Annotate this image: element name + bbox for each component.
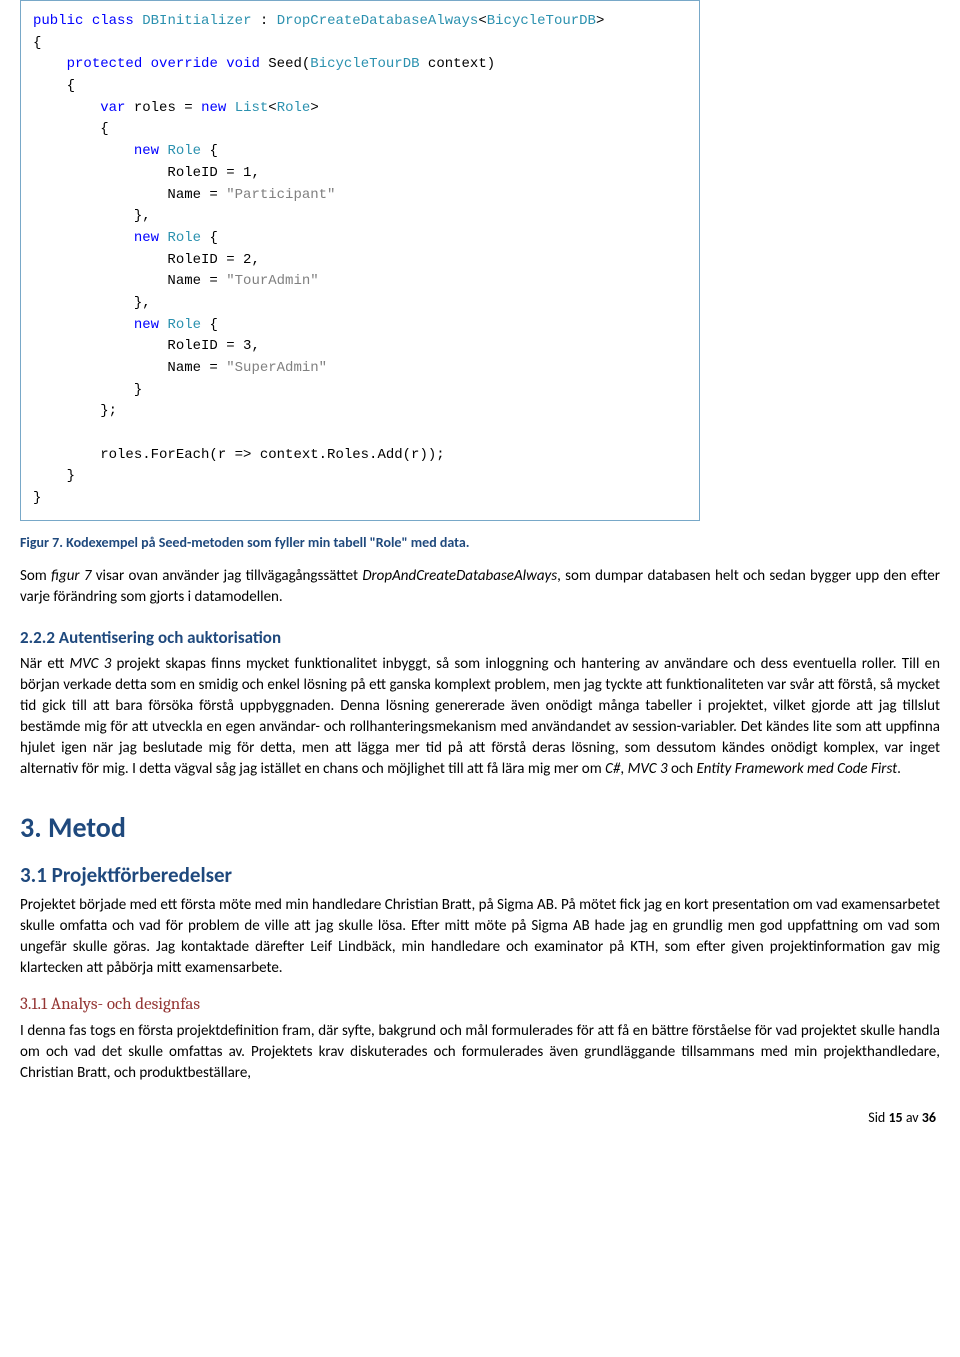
heading-3: 3. Metod bbox=[20, 808, 940, 847]
paragraph-analysis: I denna fas togs en första projektdefini… bbox=[20, 1021, 940, 1084]
paragraph-prep: Projektet började med ett första möte me… bbox=[20, 895, 940, 979]
page-footer: Sid 15 av 36 bbox=[20, 1108, 940, 1128]
paragraph-intro: Som figur 7 visar ovan använder jag till… bbox=[20, 566, 940, 608]
figure-caption: Figur 7. Kodexempel på Seed-metoden som … bbox=[20, 533, 940, 553]
paragraph-auth: När ett MVC 3 projekt skapas finns mycke… bbox=[20, 654, 940, 780]
heading-3-1: 3.1 Projektförberedelser bbox=[20, 861, 940, 890]
heading-2-2-2: 2.2.2 Autentisering och auktorisation bbox=[20, 626, 940, 650]
heading-3-1-1: 3.1.1 Analys- och designfas bbox=[20, 993, 940, 1017]
code-block: public class DBInitializer : DropCreateD… bbox=[20, 0, 700, 521]
